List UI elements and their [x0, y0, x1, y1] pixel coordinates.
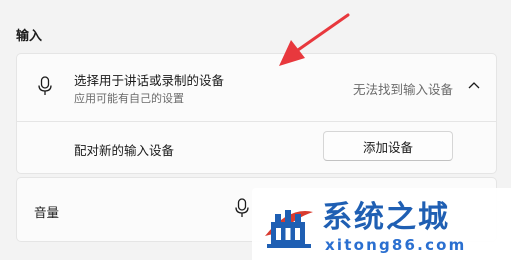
chevron-up-icon[interactable] — [468, 81, 480, 89]
watermark-title: 系统之城 — [322, 200, 450, 235]
input-device-select-title[interactable]: 选择用于讲话或录制的设备 — [74, 70, 224, 89]
input-device-card: 选择用于讲话或录制的设备 应用可能有自己的设置 无法找到输入设备 配对新的输入设… — [16, 53, 497, 174]
watermark-url: xitong86.com — [325, 236, 467, 254]
pair-new-input-device-label: 配对新的输入设备 — [74, 143, 175, 158]
castle-logo-icon — [265, 210, 313, 248]
card-divider — [17, 121, 496, 122]
input-section-title: 输入 — [16, 29, 43, 44]
microphone-icon — [38, 76, 52, 95]
site-watermark: 系统之城 xitong86.com — [252, 188, 511, 260]
input-device-status: 无法找到输入设备 — [352, 82, 453, 97]
input-device-select-subtitle: 应用可能有自己的设置 — [74, 92, 184, 105]
sound-settings-page: 输入 选择用于讲话或录制的设备 应用可能有自己的设置 无法找到输入设备 配对新的… — [0, 0, 511, 260]
add-device-button[interactable]: 添加设备 — [323, 131, 453, 161]
microphone-icon[interactable] — [235, 198, 249, 218]
volume-label: 音量 — [34, 205, 60, 220]
